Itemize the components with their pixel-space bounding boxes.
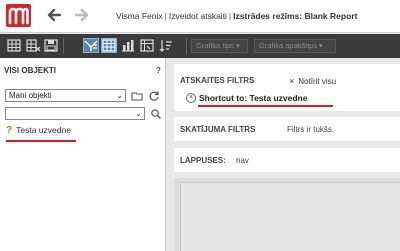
breadcrumb-current-page: Izstrādes režīms: Blank Report (233, 11, 358, 21)
prompt-question-icon: ? (6, 125, 13, 136)
highlight-underline (6, 140, 76, 142)
pages-title: LAPPUSES: (180, 156, 226, 165)
pages-section: LAPPUSES: nav (174, 148, 400, 172)
save-icon[interactable] (43, 38, 59, 53)
object-scope-select[interactable]: Mani objekti ⌄ (5, 89, 126, 102)
filter-icon[interactable] (83, 38, 99, 53)
breadcrumb: Visma Fenix | Izveidot atskaiti | Izstrādes … (116, 11, 357, 21)
view-filter-section: SKATĪJUMA FILTRS Filtrs ir tukšs. (174, 117, 400, 141)
grid-view-icon[interactable] (6, 38, 22, 53)
clear-all-label: Notīrit visu (298, 77, 337, 86)
chart-subtype-dropdown[interactable]: Grafika apakštips ▾ (254, 39, 336, 53)
filter-shortcut-item[interactable]: × Shortcut to: Testa uzvedne (186, 92, 307, 103)
table-export-icon[interactable] (25, 38, 41, 53)
tree-item-label: Testa uzvedne (16, 125, 71, 135)
report-toolbar: Grafika tips ▾ Grafika apakštips ▾ (0, 34, 400, 58)
toolbar-divider (186, 38, 187, 54)
visma-logo[interactable] (6, 4, 31, 27)
close-icon: × (289, 76, 295, 86)
breadcrumb-separator: | (228, 11, 232, 21)
chevron-down-icon: ⌄ (135, 109, 142, 118)
folder-icon[interactable] (131, 90, 143, 102)
toolbar-divider (63, 38, 64, 54)
search-select[interactable]: ⌄ (5, 107, 145, 120)
refresh-icon[interactable] (148, 90, 160, 102)
report-filter-title: ATSKAITES FILTRS (180, 76, 255, 85)
search-icon[interactable] (150, 108, 162, 120)
breadcrumb-item-izveidot-atskaiti[interactable]: Izveidot atskaiti (169, 11, 227, 21)
help-icon[interactable]: ? (156, 66, 161, 75)
sort-icon[interactable] (158, 38, 174, 53)
report-filter-section: ATSKAITES FILTRS × Notīrit visu × Shortcut… (174, 64, 400, 111)
breadcrumb-separator: | (164, 11, 167, 21)
view-filter-title: SKATĪJUMA FILTRS (180, 125, 256, 134)
pages-value: nav (236, 156, 249, 165)
view-filter-status: Filtrs ir tukšs. (287, 125, 335, 134)
forward-arrow-icon[interactable] (74, 7, 90, 23)
bar-chart-icon[interactable] (120, 38, 136, 53)
all-objects-panel: VISI OBJEKTI ? Mani objekti ⌄ ⌄ ? Testa u… (0, 58, 166, 251)
report-canvas-body (180, 182, 400, 251)
clear-all-button[interactable]: × Notīrit visu (289, 76, 336, 86)
table-view-icon[interactable] (101, 38, 117, 53)
panel-title: VISI OBJEKTI (4, 66, 57, 75)
chart-type-label: Grafika tips (196, 41, 234, 50)
chart-type-dropdown[interactable]: Grafika tips ▾ (191, 39, 248, 53)
tree-item-prompt[interactable]: ? Testa uzvedne (6, 125, 71, 139)
remove-filter-icon[interactable]: × (186, 92, 196, 103)
report-canvas (174, 178, 400, 251)
back-arrow-icon[interactable] (46, 7, 62, 23)
chevron-down-icon: ⌄ (116, 91, 123, 100)
highlight-underline (198, 105, 333, 107)
breadcrumb-item-visma-fenix[interactable]: Visma Fenix (116, 11, 163, 21)
chevron-down-icon: ▾ (236, 41, 240, 50)
filters-area: ATSKAITES FILTRS × Notīrit visu × Shortcut… (174, 58, 400, 251)
app-header: Visma Fenix | Izveidot atskaiti | Izstrādes … (0, 0, 400, 33)
filter-shortcut-label: Shortcut to: Testa uzvedne (199, 92, 308, 103)
chart-subtype-label: Grafika apakštips (259, 41, 317, 50)
chevron-down-icon: ▾ (319, 41, 323, 50)
pivot-icon[interactable] (139, 38, 155, 53)
object-scope-value: Mani objekti (9, 91, 52, 100)
